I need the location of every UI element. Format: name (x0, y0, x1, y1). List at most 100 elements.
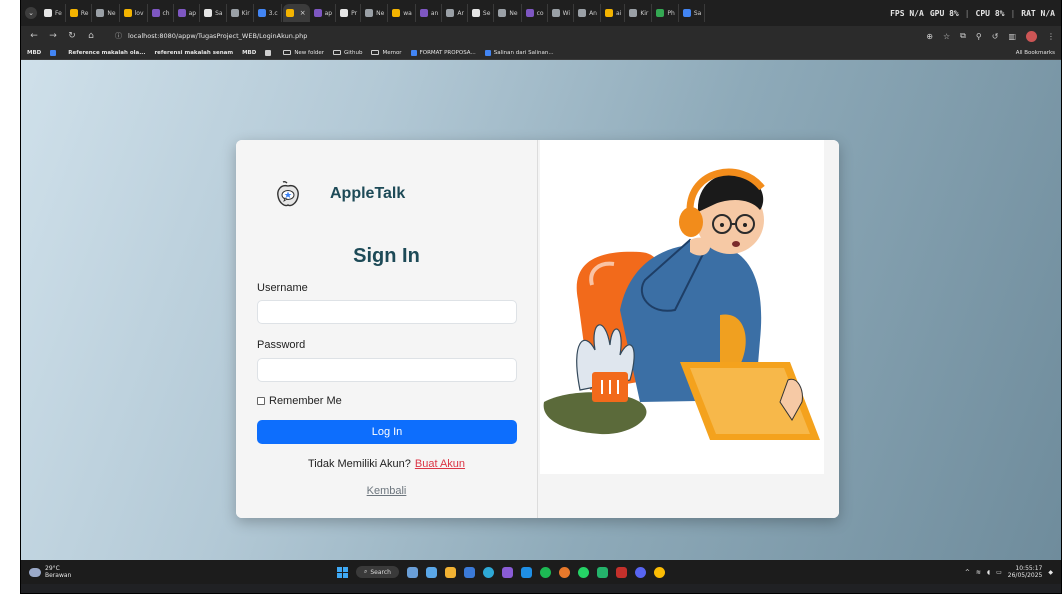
browser-tab[interactable]: Wi (549, 4, 575, 22)
login-button[interactable]: Log In (257, 420, 517, 444)
widgets-icon[interactable] (426, 566, 437, 578)
zoom-icon[interactable]: ⊕ (926, 32, 933, 41)
browser-tab[interactable]: Pr (337, 4, 362, 22)
location-icon[interactable]: ⚲ (976, 32, 982, 41)
address-bar[interactable]: ⓘ localhost:8080/appw/TugasProject_WEB/L… (107, 29, 315, 44)
windows-start-icon[interactable] (337, 566, 348, 578)
bookmark-item[interactable]: New folder (283, 50, 324, 56)
vscode-icon[interactable] (521, 566, 532, 578)
browser-tab[interactable]: ap (311, 4, 337, 22)
bookmark-label: Memor (382, 49, 402, 56)
discord-icon[interactable] (635, 566, 646, 578)
username-input[interactable] (257, 300, 517, 324)
browser-tab[interactable]: lov (121, 4, 148, 22)
perf-divider: | (964, 8, 970, 18)
browser-tab[interactable]: Kir (626, 4, 653, 22)
remember-me-checkbox[interactable] (257, 397, 265, 405)
site-info-icon[interactable]: ⓘ (115, 31, 122, 41)
temperature: 29°C (45, 565, 60, 572)
tab-favicon-icon (96, 9, 105, 17)
bookmark-item[interactable] (265, 49, 274, 56)
create-account-link[interactable]: Buat Akun (415, 458, 465, 470)
bookmark-item[interactable]: referensi makalah senam (154, 50, 233, 56)
back-arrow-icon[interactable]: ← (27, 31, 41, 41)
chrome-icon[interactable] (654, 566, 665, 578)
browser-tab[interactable]: Ne (93, 4, 120, 22)
tab-close-icon[interactable]: × (300, 9, 306, 17)
browser-tab[interactable]: Re (67, 4, 93, 22)
bookmark-item[interactable]: FORMAT PROPOSA... (410, 49, 476, 56)
bookmark-item[interactable]: MBD (27, 50, 41, 56)
tab-label: ai (615, 9, 622, 17)
calendar-icon[interactable] (464, 566, 475, 578)
browser-tab[interactable]: An (575, 4, 601, 22)
extensions-icon[interactable]: ⧉ (960, 31, 966, 41)
bookmark-icon (50, 49, 57, 56)
edge-icon[interactable] (483, 566, 494, 578)
bookmark-item[interactable]: Github (333, 50, 362, 56)
browser-tab[interactable]: ap (175, 4, 201, 22)
browser-tab[interactable]: ai (602, 4, 626, 22)
reload-icon[interactable]: ↻ (65, 31, 79, 41)
chevron-up-icon[interactable]: ^ (965, 569, 970, 576)
profile-avatar[interactable] (1026, 30, 1037, 42)
spotify-icon[interactable] (540, 566, 551, 578)
firefox-icon[interactable] (559, 566, 570, 578)
file-explorer-icon[interactable] (445, 566, 456, 578)
browser-tab[interactable]: Se (469, 4, 495, 22)
clock[interactable]: 10:55:17 26/05/2025 (1008, 565, 1043, 579)
tab-label: Re (80, 9, 89, 17)
volume-icon[interactable]: ◖ (987, 569, 990, 576)
browser-tab[interactable]: Fe (41, 4, 66, 22)
bookmark-item[interactable] (50, 49, 59, 56)
browser-tab[interactable]: Ar (443, 4, 468, 22)
back-link[interactable]: Kembali (236, 485, 537, 497)
remember-me[interactable]: Remember Me (257, 395, 342, 407)
wifi-icon[interactable]: ≋ (976, 569, 981, 576)
browser-tab[interactable]: co (523, 4, 548, 22)
browser-tab[interactable]: Kir (228, 4, 254, 22)
browser-tab[interactable]: Sa (680, 4, 706, 22)
no-account-text: Tidak Memiliki Akun? (307, 458, 411, 470)
tab-favicon-icon (204, 9, 213, 17)
password-input[interactable] (257, 358, 517, 382)
all-bookmarks[interactable]: All Bookmarks (1013, 50, 1055, 56)
home-icon[interactable]: ⌂ (84, 31, 98, 41)
forward-arrow-icon[interactable]: → (46, 31, 60, 41)
tab-search-icon[interactable]: ⌄ (25, 7, 37, 19)
browser-tab[interactable]: Sa (201, 4, 227, 22)
bookmark-star-icon[interactable]: ☆ (943, 32, 950, 41)
whatsapp-icon[interactable] (578, 566, 589, 578)
battery-icon[interactable]: ▭ (996, 569, 1002, 576)
browser-tab[interactable]: wa (389, 4, 416, 22)
bookmark-item[interactable]: Memor (371, 49, 402, 56)
browser-tab[interactable]: 3.c (255, 4, 282, 22)
browser-tab[interactable]: Ne (495, 4, 522, 22)
menu-kebab-icon[interactable]: ⋮ (1047, 32, 1055, 41)
browser-tab[interactable]: ch (149, 4, 174, 22)
store-icon[interactable] (502, 566, 513, 578)
task-view-icon[interactable] (407, 566, 418, 578)
system-tray: ^ ≋ ◖ ▭ 10:55:17 26/05/2025 ◆ (965, 565, 1053, 579)
history-icon[interactable]: ↺ (992, 32, 999, 41)
tab-favicon-icon (365, 9, 374, 17)
notification-icon[interactable]: ◆ (1048, 569, 1053, 576)
page-title: Sign In (353, 245, 420, 267)
browser-tab[interactable]: Ph (653, 4, 679, 22)
browser-tab[interactable]: Ne (362, 4, 389, 22)
sidepanel-icon[interactable]: ▥ (1008, 32, 1016, 41)
folder-icon (371, 50, 380, 55)
taskbar-search[interactable]: ⌕ Search (356, 566, 399, 578)
bookmark-item[interactable]: MBD (242, 50, 256, 56)
weather-widget[interactable]: 29°C Berawan (29, 565, 71, 579)
tab-favicon-icon (525, 9, 534, 17)
browser-tab[interactable]: an (417, 4, 443, 22)
brand-name: AppleTalk (330, 185, 406, 202)
bookmark-item[interactable]: Reference makalah ola... (68, 50, 145, 56)
tab-favicon-icon (340, 9, 349, 17)
browser-tab[interactable]: × (282, 4, 310, 22)
bookmark-item[interactable]: Salinan dari Salinan... (484, 49, 554, 56)
xampp-icon[interactable] (616, 566, 627, 578)
app-icon[interactable] (597, 566, 608, 578)
toolbar-actions: ⊕ ☆ ⧉ ⚲ ↺ ▥ ⋮ (926, 30, 1055, 42)
